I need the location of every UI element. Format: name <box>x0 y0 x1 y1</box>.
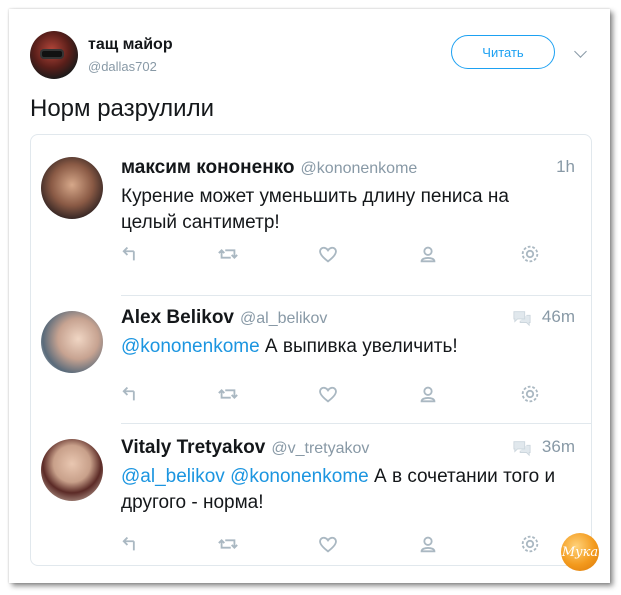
reply-3[interactable]: Vitaly Tretyakov @v_tretyakov 36m @al_bel… <box>31 437 591 557</box>
avatar[interactable] <box>41 157 103 219</box>
settings-icon[interactable] <box>519 383 541 405</box>
reply-actions <box>121 243 541 267</box>
divider <box>121 295 591 296</box>
reply-actions <box>121 383 541 407</box>
divider <box>121 423 591 424</box>
reply-header: Vitaly Tretyakov @v_tretyakov <box>121 437 369 459</box>
mention-link[interactable]: @al_belikov @kononenkome <box>121 466 369 487</box>
reply-text: @al_belikov @kononenkome А в сочетании т… <box>121 466 556 513</box>
profile-icon[interactable] <box>417 533 439 555</box>
settings-icon[interactable] <box>519 243 541 265</box>
reply-header: максим кононенко @kononenkome <box>121 157 417 179</box>
retweet-icon[interactable] <box>217 243 239 265</box>
retweet-icon[interactable] <box>217 533 239 555</box>
reply-icon[interactable] <box>121 243 143 265</box>
reply-text: @kononenkome А выпивка увеличить! <box>121 336 458 357</box>
mention-link[interactable]: @kononenkome <box>121 336 260 357</box>
settings-icon[interactable] <box>519 533 541 555</box>
avatar[interactable] <box>41 311 103 373</box>
reply-time[interactable]: 46m <box>542 307 575 327</box>
avatar[interactable] <box>41 439 103 501</box>
chevron-down-icon[interactable] <box>574 45 587 58</box>
reply-time[interactable]: 1h <box>556 157 575 177</box>
reply-author-name[interactable]: Vitaly Tretyakov <box>121 437 265 458</box>
reply-actions <box>121 533 541 557</box>
retweet-icon[interactable] <box>217 383 239 405</box>
follow-button[interactable]: Читать <box>451 35 555 69</box>
like-icon[interactable] <box>317 533 339 555</box>
conversation-icon <box>513 441 531 457</box>
author-avatar[interactable] <box>30 31 78 79</box>
tweet-card: тащ майор @dallas702 Читать Норм разрули… <box>9 9 610 583</box>
reply-author-name[interactable]: Alex Belikov <box>121 307 234 328</box>
reply-author-handle[interactable]: @v_tretyakov <box>271 440 369 457</box>
watermark-logo: Мука <box>561 533 599 571</box>
like-icon[interactable] <box>317 243 339 265</box>
reply-author-name[interactable]: максим кононенко <box>121 157 295 178</box>
author-handle[interactable]: @dallas702 <box>88 59 157 74</box>
tweet-text: Норм разрулили <box>30 95 214 122</box>
reply-time[interactable]: 36m <box>542 437 575 457</box>
conversation-icon <box>513 311 531 327</box>
embedded-replies: максим кононенко @kononenkome 1h Курение … <box>30 134 592 566</box>
reply-1[interactable]: максим кононенко @kononenkome 1h Курение … <box>31 157 591 275</box>
reply-author-handle[interactable]: @al_belikov <box>240 310 327 327</box>
reply-author-handle[interactable]: @kononenkome <box>301 160 418 177</box>
author-name[interactable]: тащ майор <box>88 36 173 54</box>
reply-2[interactable]: Alex Belikov @al_belikov 46m @kononenkome… <box>31 307 591 417</box>
reply-icon[interactable] <box>121 383 143 405</box>
reply-text: Курение может уменьшить длину пениса на … <box>121 186 509 233</box>
profile-icon[interactable] <box>417 243 439 265</box>
like-icon[interactable] <box>317 383 339 405</box>
tweet-header: тащ майор @dallas702 Читать <box>9 9 610 99</box>
reply-header: Alex Belikov @al_belikov <box>121 307 327 329</box>
reply-icon[interactable] <box>121 533 143 555</box>
profile-icon[interactable] <box>417 383 439 405</box>
